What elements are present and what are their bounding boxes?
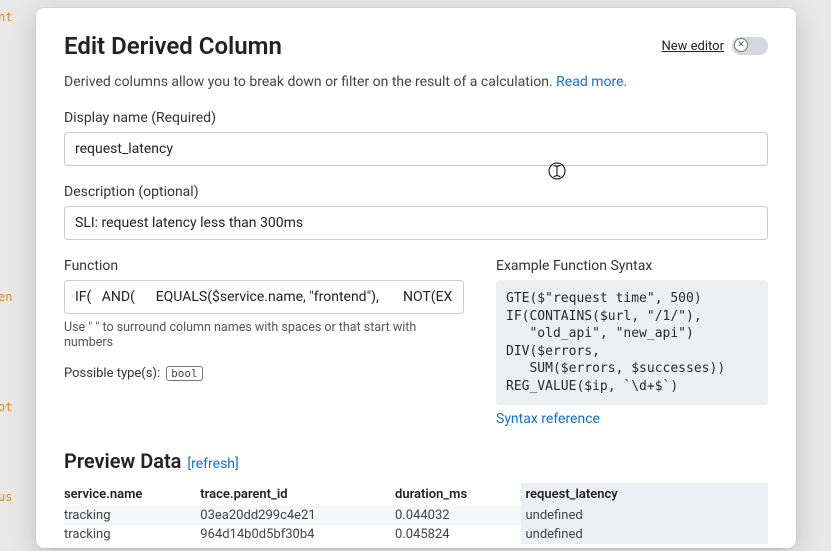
background-code-fragments: nt en ot us	[0, 0, 30, 551]
preview-title: Preview Data	[64, 449, 181, 473]
intro-text: Derived columns allow you to break down …	[64, 74, 768, 90]
table-header-row: service.name trace.parent_id duration_ms…	[64, 483, 768, 506]
edit-derived-column-modal: Edit Derived Column New editor ✕ Derived…	[36, 8, 796, 548]
preview-header: Preview Data [refresh]	[64, 449, 768, 473]
example-syntax-code: GTE($"request time", 500) IF(CONTAINS($u…	[496, 280, 768, 405]
table-row: tracking 03ea20dd299c4e21 0.044032 undef…	[64, 506, 768, 525]
display-name-label: Display name (Required)	[64, 110, 768, 126]
function-label: Function	[64, 258, 464, 274]
example-syntax-label: Example Function Syntax	[496, 258, 768, 274]
col-request-latency: request_latency	[521, 483, 768, 506]
modal-header: Edit Derived Column New editor ✕	[64, 32, 768, 60]
syntax-reference-link[interactable]: Syntax reference	[496, 411, 600, 427]
modal-title: Edit Derived Column	[64, 32, 282, 60]
preview-table: service.name trace.parent_id duration_ms…	[64, 483, 768, 544]
possible-types: Possible type(s): bool	[64, 366, 464, 381]
col-service-name: service.name	[64, 483, 200, 506]
read-more-link[interactable]: Read more.	[556, 74, 627, 90]
description-input[interactable]	[64, 206, 768, 240]
new-editor-toggle[interactable]: ✕	[732, 37, 768, 55]
col-duration-ms: duration_ms	[395, 483, 521, 506]
display-name-input[interactable]	[64, 132, 768, 166]
description-label: Description (optional)	[64, 184, 768, 200]
possible-types-label: Possible type(s):	[64, 366, 160, 381]
close-icon: ✕	[734, 38, 748, 52]
type-pill-bool: bool	[166, 366, 203, 381]
new-editor-link[interactable]: New editor	[662, 39, 725, 54]
function-input[interactable]	[64, 280, 464, 314]
table-row: tracking 964d14b0d5bf30b4 0.045824 undef…	[64, 525, 768, 544]
refresh-link[interactable]: [refresh]	[187, 456, 238, 472]
function-hint: Use " " to surround column names with sp…	[64, 320, 464, 350]
col-trace-parent-id: trace.parent_id	[200, 483, 395, 506]
new-editor-toggle-group: New editor ✕	[662, 37, 769, 55]
